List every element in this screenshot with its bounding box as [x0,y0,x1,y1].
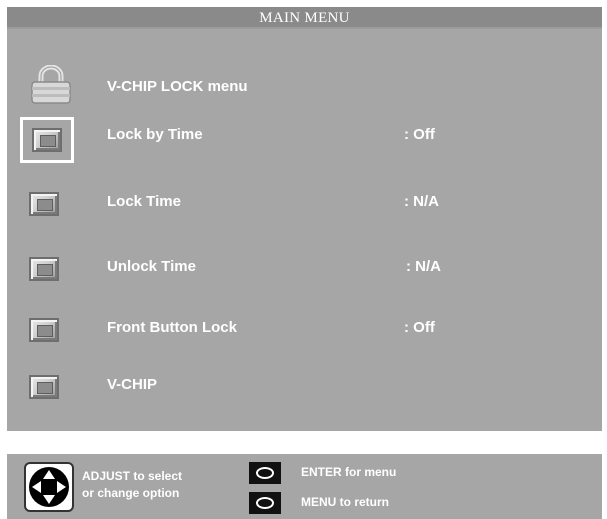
enter-oval-button-icon [249,462,281,484]
adjust-hint-line1: ADJUST to select [82,469,183,483]
adjust-hint-line2: or change option [82,486,180,500]
padlock-icon [31,65,71,104]
v-chip-lock-header: V-CHIP LOCK menu [7,65,602,105]
menu-item-lock-by-time[interactable]: Lock by Time : Off [7,117,602,168]
osd-menu-panel: MAIN MENU V-CHIP LOCK menu Lock by Time … [7,7,602,431]
menu-title: MAIN MENU [7,7,602,29]
directional-pad-icon [24,462,74,512]
menu-item-unlock-time[interactable]: Unlock Time : N/A [7,254,602,300]
item-value: : Off [404,319,435,336]
item-icon-wrap [27,315,67,351]
lock-menu-heading: V-CHIP LOCK menu [107,78,248,95]
item-label: Front Button Lock [107,319,237,336]
square-button-icon [32,128,62,152]
item-icon-wrap [27,372,67,408]
item-value: : N/A [404,193,439,210]
menu-item-lock-time[interactable]: Lock Time : N/A [7,189,602,235]
menu-item-v-chip[interactable]: V-CHIP [7,372,602,418]
enter-hint: ENTER for menu [301,465,397,479]
help-bar: ADJUST to select or change option ENTER … [7,454,602,519]
square-button-icon [29,375,59,399]
item-value: : N/A [406,258,441,275]
menu-return-hint: MENU to return [301,495,389,509]
item-label: Lock by Time [107,126,203,143]
square-button-icon [29,257,59,281]
dpad-circle [29,467,69,507]
item-label: V-CHIP [107,376,158,393]
menu-item-front-button-lock[interactable]: Front Button Lock : Off [7,315,602,361]
item-label: Unlock Time [107,258,196,275]
item-label: Lock Time [107,193,181,210]
dpad-arrows-icon [32,470,66,504]
item-icon-wrap [27,254,67,290]
selection-highlight [20,117,74,163]
item-value: : Off [404,126,435,143]
item-icon-wrap [27,189,67,225]
square-button-icon [29,318,59,342]
menu-oval-button-icon [249,492,281,514]
square-button-icon [29,192,59,216]
